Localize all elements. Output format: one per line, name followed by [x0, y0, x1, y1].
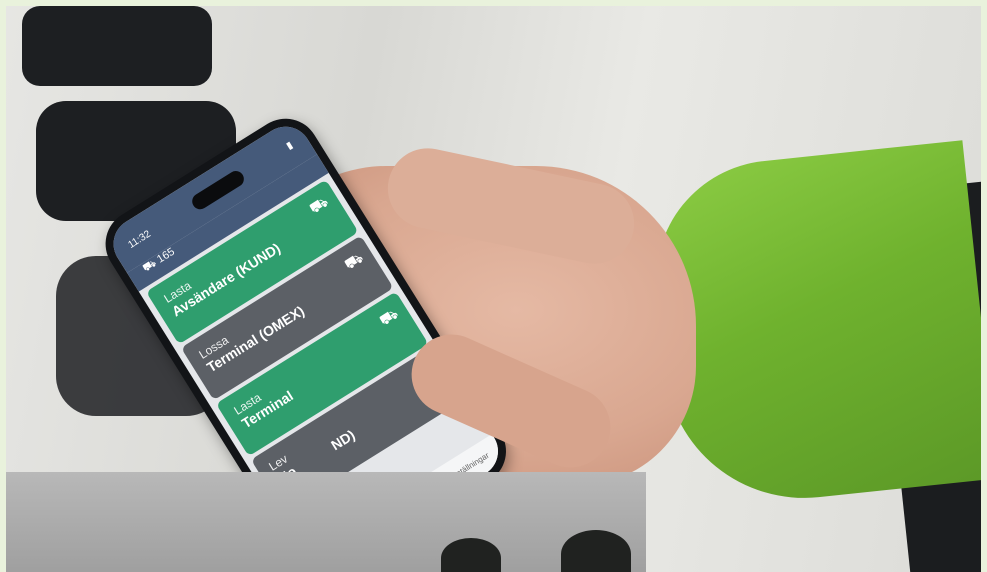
inset-photo-trees [6, 472, 646, 572]
battery-icon: ▮ [284, 139, 295, 152]
photo-scene: 11:32 ▮ ⛟ 165 Lasta Avsändare (KUND) ⛟ L… [6, 6, 981, 572]
status-time: 11:32 [126, 228, 153, 251]
truck-grille [22, 6, 212, 86]
tree-silhouette [561, 530, 631, 572]
tree-silhouette [441, 538, 501, 572]
